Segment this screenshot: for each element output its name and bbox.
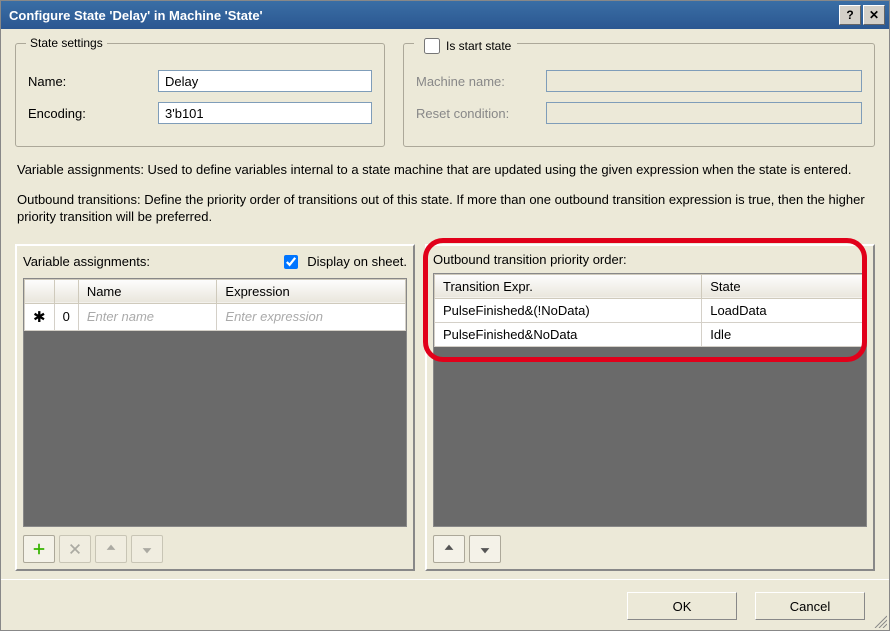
close-button[interactable]: ✕ bbox=[863, 5, 885, 25]
encoding-label: Encoding: bbox=[28, 106, 158, 121]
variable-assignments-panel: Variable assignments: Display on sheet. … bbox=[15, 244, 415, 571]
display-on-sheet-checkbox[interactable] bbox=[284, 255, 298, 269]
help-outbound-transitions: Outbound transitions: Define the priorit… bbox=[17, 191, 873, 226]
state-settings-group: State settings Name: Encoding: bbox=[15, 43, 385, 147]
new-row-marker-icon: ✱ bbox=[25, 303, 55, 330]
x-icon bbox=[68, 542, 82, 556]
close-icon: ✕ bbox=[869, 8, 879, 22]
display-on-sheet-label: Display on sheet. bbox=[307, 254, 407, 269]
panels-row: Variable assignments: Display on sheet. … bbox=[15, 244, 875, 571]
var-expr-placeholder[interactable]: Enter expression bbox=[225, 309, 323, 324]
trans-grid-header-row: Transition Expr. State bbox=[435, 274, 866, 298]
cancel-button[interactable]: Cancel bbox=[755, 592, 865, 620]
help-icon: ? bbox=[846, 8, 853, 22]
trans-toolbar bbox=[433, 535, 867, 563]
table-row[interactable]: PulseFinished&(!NoData) LoadData bbox=[435, 298, 866, 322]
is-start-state-checkbox[interactable] bbox=[424, 38, 440, 54]
add-button[interactable] bbox=[23, 535, 55, 563]
title-bar: Configure State 'Delay' in Machine 'Stat… bbox=[1, 1, 889, 29]
encoding-input[interactable] bbox=[158, 102, 372, 124]
dialog-window: Configure State 'Delay' in Machine 'Stat… bbox=[0, 0, 890, 631]
var-row-index: 0 bbox=[54, 303, 78, 330]
reset-condition-label: Reset condition: bbox=[416, 106, 546, 121]
name-input[interactable] bbox=[158, 70, 372, 92]
move-down-button bbox=[131, 535, 163, 563]
var-grid: Name Expression ✱ 0 Enter name Enter exp… bbox=[23, 278, 407, 527]
var-new-row[interactable]: ✱ 0 Enter name Enter expression bbox=[25, 303, 406, 330]
trans-expr-cell: PulseFinished&(!NoData) bbox=[435, 298, 702, 322]
arrow-down-icon bbox=[140, 542, 154, 556]
state-settings-legend: State settings bbox=[26, 36, 107, 50]
machine-name-input bbox=[546, 70, 862, 92]
trans-grid: Transition Expr. State PulseFinished&(!N… bbox=[433, 273, 867, 527]
trans-state-cell: Idle bbox=[702, 322, 866, 346]
move-up-button bbox=[95, 535, 127, 563]
trans-move-down-button[interactable] bbox=[469, 535, 501, 563]
trans-expr-cell: PulseFinished&NoData bbox=[435, 322, 702, 346]
table-row[interactable]: PulseFinished&NoData Idle bbox=[435, 322, 866, 346]
start-state-group: Is start state Machine name: Reset condi… bbox=[403, 43, 875, 147]
window-title: Configure State 'Delay' in Machine 'Stat… bbox=[9, 8, 837, 23]
var-col-expression: Expression bbox=[217, 279, 406, 303]
name-label: Name: bbox=[28, 74, 158, 89]
delete-button bbox=[59, 535, 91, 563]
outbound-transitions-panel: Outbound transition priority order: Tran… bbox=[425, 244, 875, 571]
reset-condition-input bbox=[546, 102, 862, 124]
arrow-up-icon bbox=[104, 542, 118, 556]
trans-col-expr: Transition Expr. bbox=[435, 274, 702, 298]
dialog-footer: OK Cancel bbox=[1, 579, 889, 630]
help-variable-assignments: Variable assignments: Used to define var… bbox=[17, 161, 873, 179]
dialog-content: State settings Name: Encoding: Is start … bbox=[1, 29, 889, 579]
trans-col-state: State bbox=[702, 274, 866, 298]
top-settings-row: State settings Name: Encoding: Is start … bbox=[15, 43, 875, 147]
arrow-down-icon bbox=[478, 542, 492, 556]
var-grid-header-row: Name Expression bbox=[25, 279, 406, 303]
plus-icon bbox=[32, 542, 46, 556]
var-panel-title: Variable assignments: bbox=[23, 254, 150, 269]
var-toolbar bbox=[23, 535, 407, 563]
var-col-name: Name bbox=[78, 279, 217, 303]
machine-name-label: Machine name: bbox=[416, 74, 546, 89]
arrow-up-icon bbox=[442, 542, 456, 556]
help-button[interactable]: ? bbox=[839, 5, 861, 25]
ok-button[interactable]: OK bbox=[627, 592, 737, 620]
trans-state-cell: LoadData bbox=[702, 298, 866, 322]
is-start-state-label: Is start state bbox=[446, 39, 511, 53]
var-name-placeholder[interactable]: Enter name bbox=[87, 309, 154, 324]
trans-panel-title: Outbound transition priority order: bbox=[433, 252, 627, 267]
trans-move-up-button[interactable] bbox=[433, 535, 465, 563]
